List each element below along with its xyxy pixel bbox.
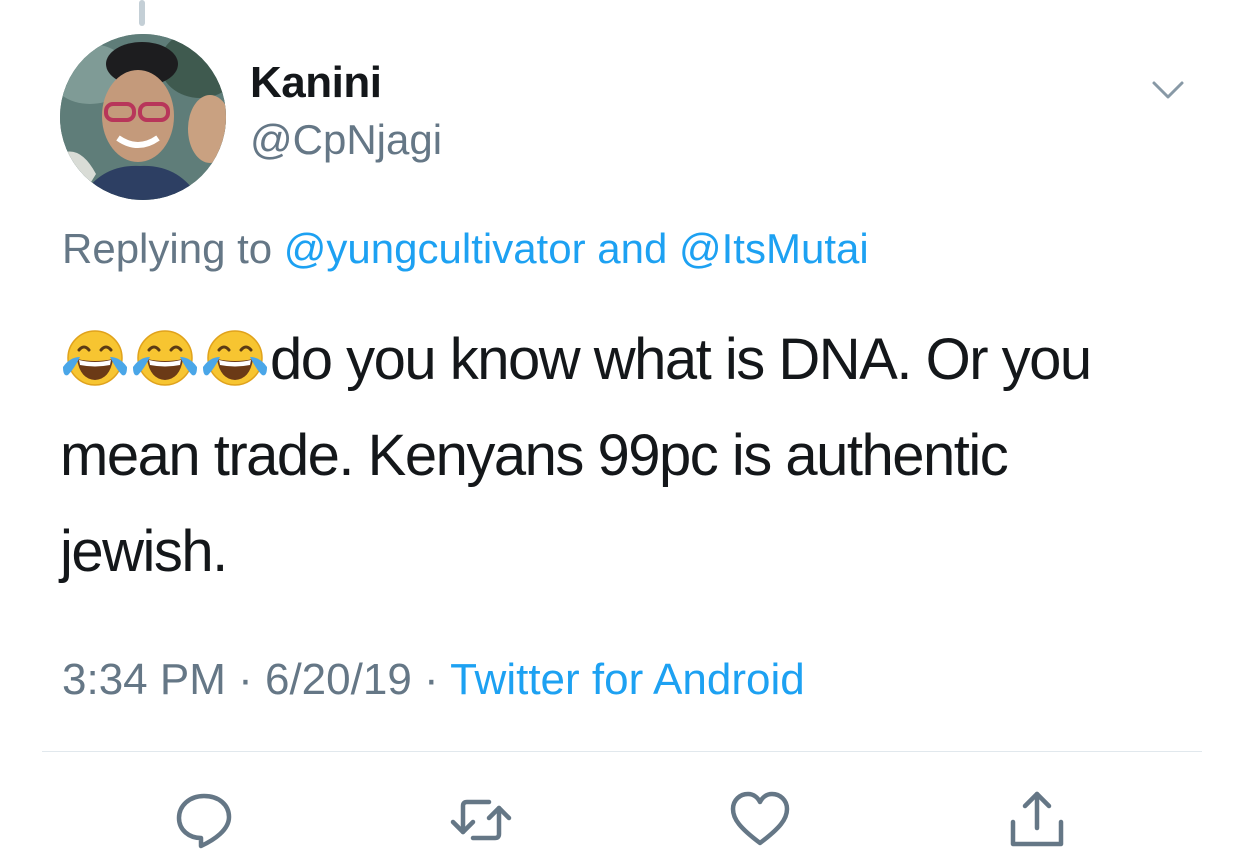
avatar[interactable] [60, 34, 226, 200]
face-with-tears-of-joy-icon [200, 323, 270, 393]
replying-to-prefix: Replying to [62, 225, 284, 272]
avatar-photo [60, 34, 226, 200]
replying-to-line: Replying to @yungcultivator and @ItsMuta… [62, 225, 869, 273]
replying-to-conjunction: and [585, 225, 679, 272]
author-display-name[interactable]: Kanini [250, 58, 382, 108]
tweet-time: 3:34 PM [62, 655, 226, 704]
divider [42, 751, 1202, 752]
reply-icon[interactable] [172, 788, 236, 852]
retweet-icon[interactable] [449, 788, 513, 852]
mention-link[interactable]: @yungcultivator [284, 225, 586, 272]
tweet-text: do you know what is DNA. Or you mean tra… [60, 312, 1160, 600]
chevron-down-icon[interactable] [1148, 70, 1188, 110]
emoji-group [60, 327, 270, 392]
meta-separator: · [225, 655, 265, 704]
mention-link[interactable]: @ItsMutai [679, 225, 869, 272]
tweet-date[interactable]: 6/20/19 [265, 655, 412, 704]
author-handle[interactable]: @CpNjagi [250, 116, 442, 164]
tweet-metadata: 3:34 PM · 6/20/19 · Twitter for Android [62, 655, 805, 705]
like-icon[interactable] [728, 788, 792, 852]
face-with-tears-of-joy-icon [130, 323, 200, 393]
thread-connector-line [139, 0, 145, 26]
share-icon[interactable] [1005, 788, 1069, 852]
tweet-source-link[interactable]: Twitter for Android [450, 655, 805, 704]
meta-separator: · [411, 655, 451, 704]
face-with-tears-of-joy-icon [60, 323, 130, 393]
